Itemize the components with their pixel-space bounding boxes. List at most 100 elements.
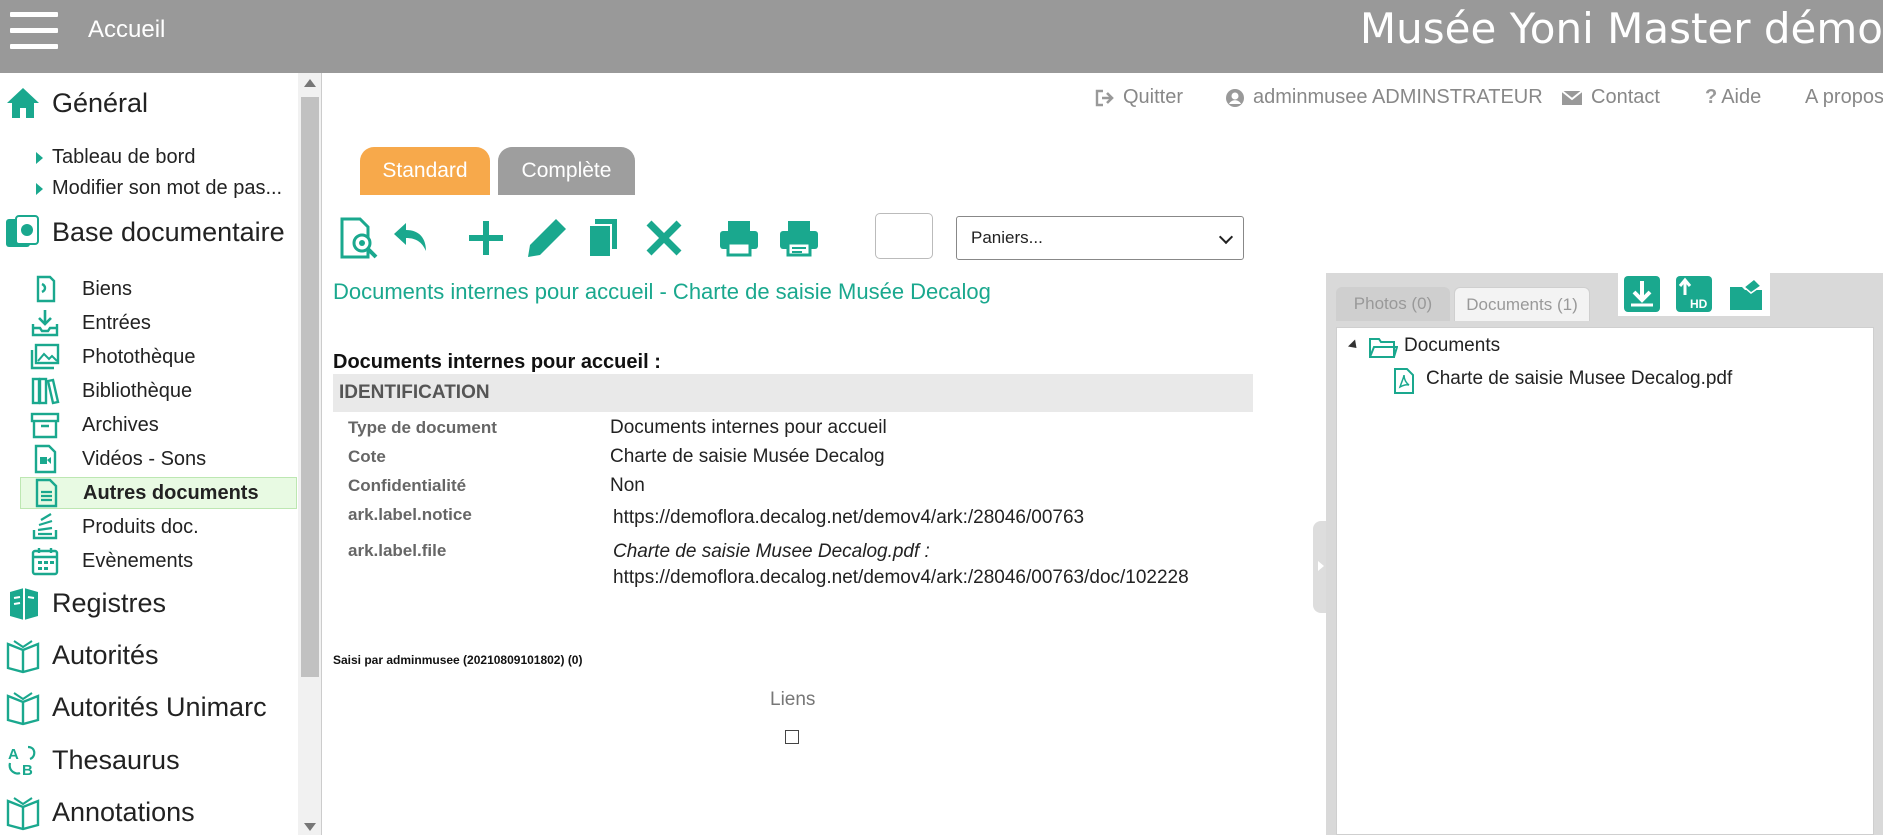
sidebar-item-label: Photothèque	[82, 345, 196, 368]
sidebar-item-label: Archives	[82, 413, 159, 436]
sidebar-section-label: Registres	[52, 587, 167, 618]
print-icon[interactable]	[716, 215, 762, 261]
sidebar-item-phototheque[interactable]: Photothèque	[20, 341, 297, 373]
caret-right-icon	[36, 151, 43, 164]
home-icon	[7, 88, 39, 118]
sidebar-item-produits-doc[interactable]: Produits doc.	[20, 511, 297, 543]
type-document-label: Type de document	[348, 418, 497, 437]
ark-file-value[interactable]: https://demoflora.decalog.net/demov4/ark…	[613, 567, 1189, 589]
sidebar-item-label: Evènements	[82, 549, 194, 572]
sidebar-section-thesaurus[interactable]: AB Thesaurus	[4, 738, 180, 782]
sidebar-item-autres-documents[interactable]: Autres documents	[20, 477, 297, 509]
help-label: Aide	[1721, 86, 1762, 108]
text-file-icon	[35, 478, 58, 508]
sidebar-item-biens[interactable]: Biens	[20, 273, 297, 305]
svg-text:B: B	[22, 762, 33, 779]
open-folder-icon	[1369, 338, 1398, 358]
open-folder-icon[interactable]	[1728, 275, 1766, 313]
sidebar-item-label: Vidéos - Sons	[82, 447, 207, 470]
paniers-select[interactable]: Paniers...	[956, 216, 1244, 260]
sidebar-section-base-documentaire[interactable]: Base documentaire	[4, 210, 285, 254]
paniers-selected-value: Paniers...	[971, 228, 1043, 247]
sidebar-scrollbar[interactable]	[298, 73, 322, 835]
ark-file-name: Charte de saisie Musee Decalog.pdf :	[613, 541, 930, 562]
sidebar-item-label: Modifier son mot de pas...	[52, 177, 283, 199]
svg-text:A: A	[8, 746, 19, 763]
scroll-thumb[interactable]	[301, 97, 319, 677]
sidebar-item-label: Autres documents	[83, 481, 259, 504]
preview-search-icon[interactable]	[336, 215, 382, 261]
print-alt-icon[interactable]	[776, 215, 822, 261]
home-link[interactable]: Accueil	[88, 16, 165, 44]
sidebar-item-entrees[interactable]: Entrées	[20, 307, 297, 339]
scroll-up-arrow-icon[interactable]	[304, 79, 316, 87]
sidebar-section-general[interactable]: Général	[4, 81, 148, 125]
sidebar-section-autorites-unimarc[interactable]: Autorités Unimarc	[4, 685, 267, 729]
caret-right-icon	[36, 182, 43, 195]
open-book-icon	[6, 640, 40, 674]
sidebar-item-change-password[interactable]: Modifier son mot de pas...	[36, 177, 282, 200]
help-link[interactable]: ? Aide	[1705, 86, 1761, 109]
scroll-down-arrow-icon[interactable]	[304, 823, 316, 831]
top-bar: Accueil Musée Yoni Master démo	[0, 0, 1883, 73]
sidebar-section-label: Annotations	[52, 796, 195, 827]
contact-link[interactable]: Contact	[1561, 86, 1660, 109]
about-label: A propos	[1805, 86, 1883, 108]
biens-icon	[36, 275, 56, 303]
tree-file-pdf[interactable]: Charte de saisie Musee Decalog.pdf	[1426, 368, 1732, 390]
download-icon[interactable]	[1623, 275, 1661, 313]
user-link[interactable]: adminmusee ADMINSTRATEUR	[1225, 86, 1543, 109]
liens-checkbox[interactable]	[785, 730, 799, 744]
sidebar-section-autorites[interactable]: Autorités	[4, 633, 159, 677]
download-hd-icon[interactable]: HD	[1675, 275, 1713, 313]
open-book-icon	[6, 797, 40, 831]
sidebar: Général Tableau de bord Modifier son mot…	[0, 73, 298, 835]
photo-gallery-icon	[30, 343, 60, 370]
duplicate-icon[interactable]	[581, 215, 627, 261]
sidebar-item-dashboard[interactable]: Tableau de bord	[36, 146, 195, 169]
quit-link[interactable]: Quitter	[1095, 86, 1183, 109]
pdf-file-icon	[1394, 368, 1414, 394]
cote-label: Cote	[348, 447, 386, 466]
sidebar-item-videos-sons[interactable]: Vidéos - Sons	[20, 443, 297, 475]
sidebar-item-label: Produits doc.	[82, 515, 199, 538]
saisi-info: Saisi par adminmusee (20210809101802) (0…	[333, 653, 583, 667]
archive-box-icon	[30, 412, 60, 439]
sidebar-section-label: Thesaurus	[52, 744, 180, 775]
ark-file-label: ark.label.file	[348, 541, 447, 560]
thesaurus-icon: AB	[8, 745, 36, 779]
stack-icon	[32, 513, 58, 540]
sidebar-item-label: Bibliothèque	[82, 379, 193, 402]
about-link[interactable]: A propos	[1805, 86, 1883, 109]
sidebar-section-annotations[interactable]: Annotations	[4, 790, 195, 834]
delete-icon[interactable]	[641, 215, 687, 261]
sidebar-section-label: Autorités Unimarc	[52, 691, 267, 722]
sidebar-item-evenements[interactable]: Evènements	[20, 545, 297, 577]
sidebar-section-registres[interactable]: Registres	[4, 581, 166, 625]
sidebar-item-archives[interactable]: Archives	[20, 409, 297, 441]
sidebar-item-label: Biens	[82, 277, 133, 300]
tab-photos[interactable]: Photos (0)	[1336, 287, 1450, 321]
ark-notice-value[interactable]: https://demoflora.decalog.net/demov4/ark…	[613, 507, 1084, 529]
edit-icon[interactable]	[524, 215, 570, 261]
user-label: adminmusee ADMINSTRATEUR	[1253, 86, 1543, 108]
empty-input-box[interactable]	[875, 213, 933, 259]
sidebar-item-label: Entrées	[82, 311, 151, 334]
calendar-icon	[31, 548, 59, 576]
tab-documents[interactable]: Documents (1)	[1454, 287, 1590, 321]
tab-complete[interactable]: Complète	[498, 147, 635, 195]
sidebar-item-bibliotheque[interactable]: Bibliothèque	[20, 375, 297, 407]
user-circle-icon	[1226, 88, 1244, 107]
cote-value: Charte de saisie Musée Decalog	[610, 446, 885, 467]
hamburger-menu-icon[interactable]	[10, 12, 58, 49]
media-actions: HD	[1618, 272, 1770, 316]
add-icon[interactable]	[463, 215, 509, 261]
liens-label: Liens	[770, 689, 816, 710]
tab-standard[interactable]: Standard	[360, 147, 490, 195]
undo-icon[interactable]	[388, 215, 434, 261]
sidebar-section-label: Autorités	[52, 639, 159, 670]
ark-notice-label: ark.label.notice	[348, 505, 472, 524]
confidentialite-value: Non	[610, 475, 645, 496]
record-title: Documents internes pour accueil - Charte…	[333, 279, 991, 304]
tree-folder-documents[interactable]: Documents	[1404, 335, 1500, 357]
